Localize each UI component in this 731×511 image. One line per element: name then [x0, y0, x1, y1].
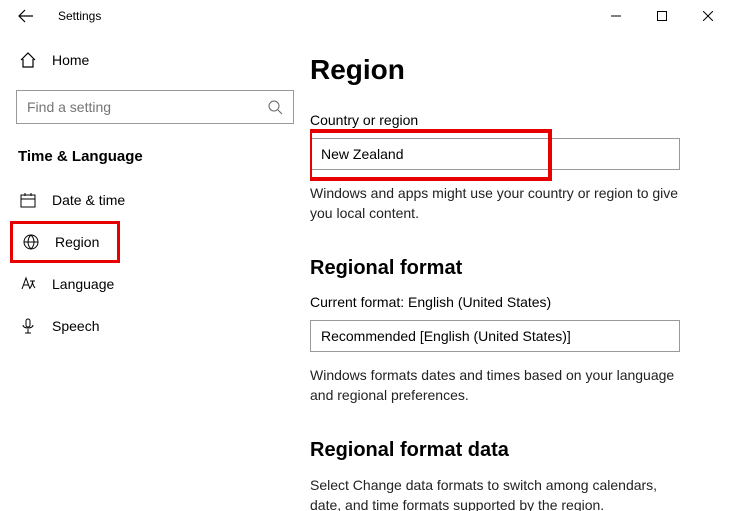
maximize-icon [657, 11, 667, 21]
country-dropdown[interactable]: New Zealand [310, 138, 680, 170]
format-note: Windows formats dates and times based on… [310, 366, 680, 405]
minimize-icon [611, 11, 621, 21]
clock-icon [18, 191, 38, 209]
format-value: Recommended [English (United States)] [321, 328, 571, 344]
category-heading: Time & Language [16, 142, 294, 179]
data-heading: Regional format data [310, 439, 715, 462]
sidebar-item-language[interactable]: Language [16, 263, 294, 305]
country-value: New Zealand [321, 146, 404, 162]
window-title: Settings [50, 9, 101, 23]
page-title: Region [310, 54, 715, 86]
language-icon [18, 275, 38, 293]
search-icon [267, 99, 283, 115]
search-field[interactable] [27, 99, 267, 115]
maximize-button[interactable] [639, 0, 685, 32]
window-controls [593, 0, 731, 32]
minimize-button[interactable] [593, 0, 639, 32]
close-icon [703, 11, 713, 21]
home-label: Home [52, 52, 89, 68]
data-note: Select Change data formats to switch amo… [310, 476, 680, 511]
sidebar-item-speech[interactable]: Speech [16, 305, 294, 347]
home-button[interactable]: Home [16, 42, 294, 78]
back-button[interactable] [18, 8, 50, 24]
country-label: Country or region [310, 112, 715, 128]
microphone-icon [18, 317, 38, 335]
close-button[interactable] [685, 0, 731, 32]
format-current: Current format: English (United States) [310, 294, 715, 310]
globe-icon [21, 233, 41, 251]
search-input[interactable] [16, 90, 294, 124]
nav-label: Language [52, 276, 114, 292]
sidebar: Home Time & Language Date & time [0, 32, 310, 511]
country-note: Windows and apps might use your country … [310, 184, 680, 223]
nav-label: Date & time [52, 192, 125, 208]
nav-list: Date & time Region Language [16, 179, 294, 347]
format-dropdown[interactable]: Recommended [English (United States)] [310, 320, 680, 352]
sidebar-item-region[interactable]: Region [10, 221, 120, 263]
main-content: Region Country or region New Zealand Win… [310, 32, 731, 511]
arrow-left-icon [18, 8, 34, 24]
format-heading: Regional format [310, 257, 715, 280]
sidebar-item-date-time[interactable]: Date & time [16, 179, 294, 221]
home-icon [18, 51, 38, 69]
nav-label: Speech [52, 318, 99, 334]
titlebar: Settings [0, 0, 731, 32]
nav-label: Region [55, 234, 99, 250]
